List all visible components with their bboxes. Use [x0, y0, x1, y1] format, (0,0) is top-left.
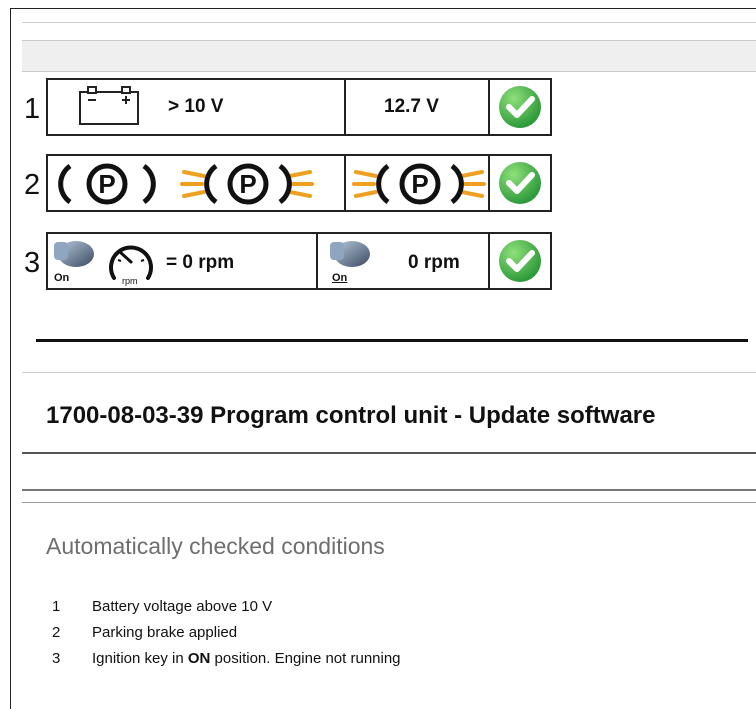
list-item-text-rest: position. Engine not running [210, 650, 401, 667]
list-item-text: Parking brake applied [92, 624, 238, 641]
list-item-text: Battery voltage above 10 V [92, 598, 273, 615]
actual-cell: 12.7 V [344, 78, 490, 136]
top-rule [22, 22, 756, 23]
toolbar-band [22, 40, 756, 72]
ignition-key-icon [54, 241, 94, 267]
title-rule-thin [22, 502, 756, 503]
list-item-number: 1 [52, 598, 61, 615]
conditions-list: 1 Battery voltage above 10 V 2 Parking b… [52, 598, 401, 676]
parking-brake-icon: P P [58, 163, 314, 205]
list-item: 1 Battery voltage above 10 V [52, 598, 401, 624]
ignition-key-icon [330, 241, 370, 267]
status-cell [488, 232, 552, 290]
battery-icon [79, 86, 139, 125]
list-item-number: 2 [52, 624, 61, 641]
requirement-cell: > 10 V [46, 78, 346, 136]
actual-value: 0 rpm [408, 252, 460, 273]
svg-text:P: P [239, 169, 256, 199]
svg-text:P: P [411, 169, 428, 199]
list-item: 3 Ignition key in ON position. Engine no… [52, 650, 401, 676]
list-item-bold: ON [187, 650, 211, 667]
parking-brake-icon: P [352, 163, 486, 205]
requirement-value: > 10 V [168, 96, 224, 117]
list-item: 2 Parking brake applied [52, 624, 401, 650]
list-item-number: 3 [52, 650, 61, 667]
requirement-value: = 0 rpm [166, 252, 235, 273]
conditions-heading: Automatically checked conditions [46, 533, 385, 559]
list-item-text: Ignition key in [92, 650, 188, 667]
title-rule-lower [22, 489, 756, 491]
actual-cell: On 0 rpm [316, 232, 490, 290]
page-title: 1700-08-03-39 Program control unit - Upd… [46, 402, 656, 429]
row-number: 2 [24, 169, 41, 201]
svg-text:P: P [98, 169, 115, 199]
status-cell [488, 78, 552, 136]
requirement-cell: P P [46, 154, 346, 212]
rpm-gauge-label: rpm [122, 276, 138, 286]
actual-cell: P [344, 154, 490, 212]
checkmark-icon [499, 86, 541, 128]
title-rule [22, 452, 756, 454]
actual-value: 12.7 V [384, 96, 439, 117]
checkmark-icon [499, 240, 541, 282]
status-cell [488, 154, 552, 212]
key-on-label: On [54, 272, 70, 284]
requirement-cell: On rpm = 0 rpm [46, 232, 318, 290]
key-on-label: On [332, 272, 348, 284]
row-number: 3 [24, 247, 41, 279]
row-number: 1 [24, 93, 41, 125]
section-divider [36, 339, 748, 342]
checkmark-icon [499, 162, 541, 204]
